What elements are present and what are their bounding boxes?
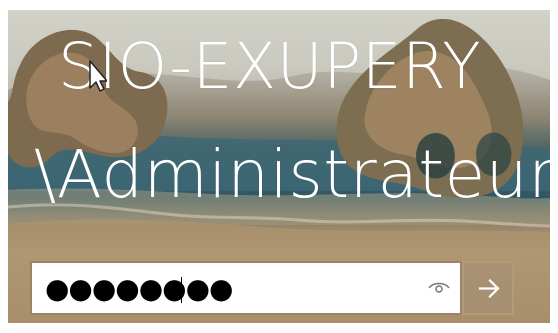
mouse-pointer-icon (89, 60, 107, 92)
arrow-right-icon (478, 278, 500, 299)
password-masked-value: ●●●●●●●● (45, 272, 233, 305)
windows-login-screen: SIO-EXUPERY \Administrateur ●●●●●●●● (0, 0, 558, 333)
user-name: \Administrateur (34, 136, 556, 213)
submit-password-button[interactable] (462, 261, 514, 315)
computer-name: SIO-EXUPERY (58, 30, 482, 103)
eye-icon[interactable] (427, 279, 451, 297)
text-caret (181, 277, 182, 303)
password-field[interactable]: ●●●●●●●● (30, 261, 462, 315)
